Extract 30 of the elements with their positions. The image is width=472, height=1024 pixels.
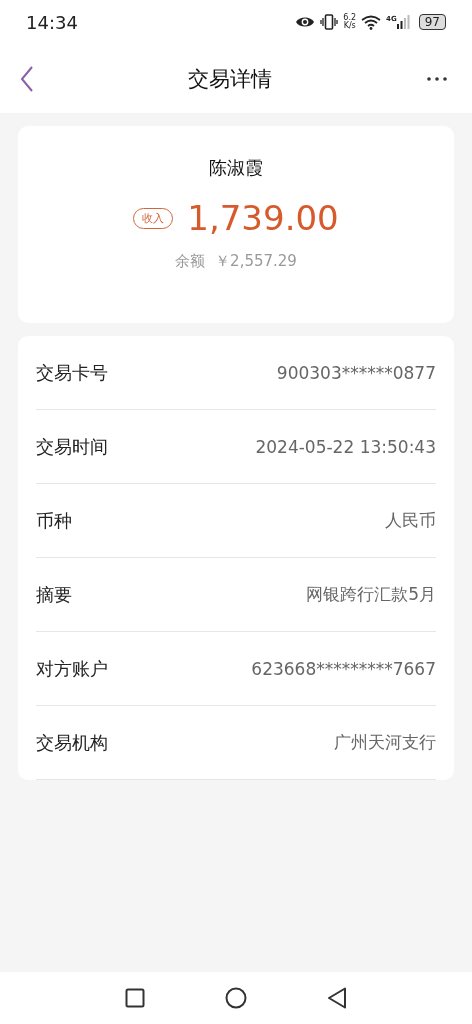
field-value: 网银跨行汇款5月: [306, 583, 436, 606]
back-icon[interactable]: [20, 65, 34, 92]
recent-apps-icon[interactable]: [125, 988, 145, 1008]
wifi-icon: [361, 14, 382, 30]
more-icon[interactable]: [426, 75, 448, 82]
vibrate-icon: [320, 14, 339, 30]
payer-name: 陈淑霞: [209, 156, 263, 180]
field-value: 623668*********7667: [251, 658, 436, 679]
field-label: 对方账户: [36, 656, 108, 681]
field-value: 2024-05-22 13:50:43: [255, 436, 436, 457]
signal-icon: [396, 15, 411, 29]
back-nav-icon[interactable]: [327, 987, 347, 1009]
field-label: 交易时间: [36, 434, 108, 459]
page-title: 交易详情: [188, 65, 272, 93]
field-label: 摘要: [36, 582, 72, 607]
eye-icon: [295, 15, 316, 29]
balance-label: 余额: [175, 252, 206, 271]
field-label: 币种: [36, 508, 72, 533]
amount: 1,739.00: [187, 198, 339, 238]
field-value: 900303******0877: [276, 362, 436, 383]
field-value: 广州天河支行: [334, 731, 436, 754]
balance-value: ￥2,557.29: [215, 252, 297, 271]
home-icon[interactable]: [225, 987, 247, 1009]
status-time: 14:34: [26, 11, 78, 33]
field-label: 交易卡号: [36, 360, 108, 385]
network-speed-unit: K/s: [343, 22, 356, 30]
network-speed-value: 6.2: [343, 14, 357, 22]
field-value: 人民币: [385, 509, 436, 532]
field-label: 交易机构: [36, 730, 108, 755]
battery-level: 97: [418, 14, 446, 30]
